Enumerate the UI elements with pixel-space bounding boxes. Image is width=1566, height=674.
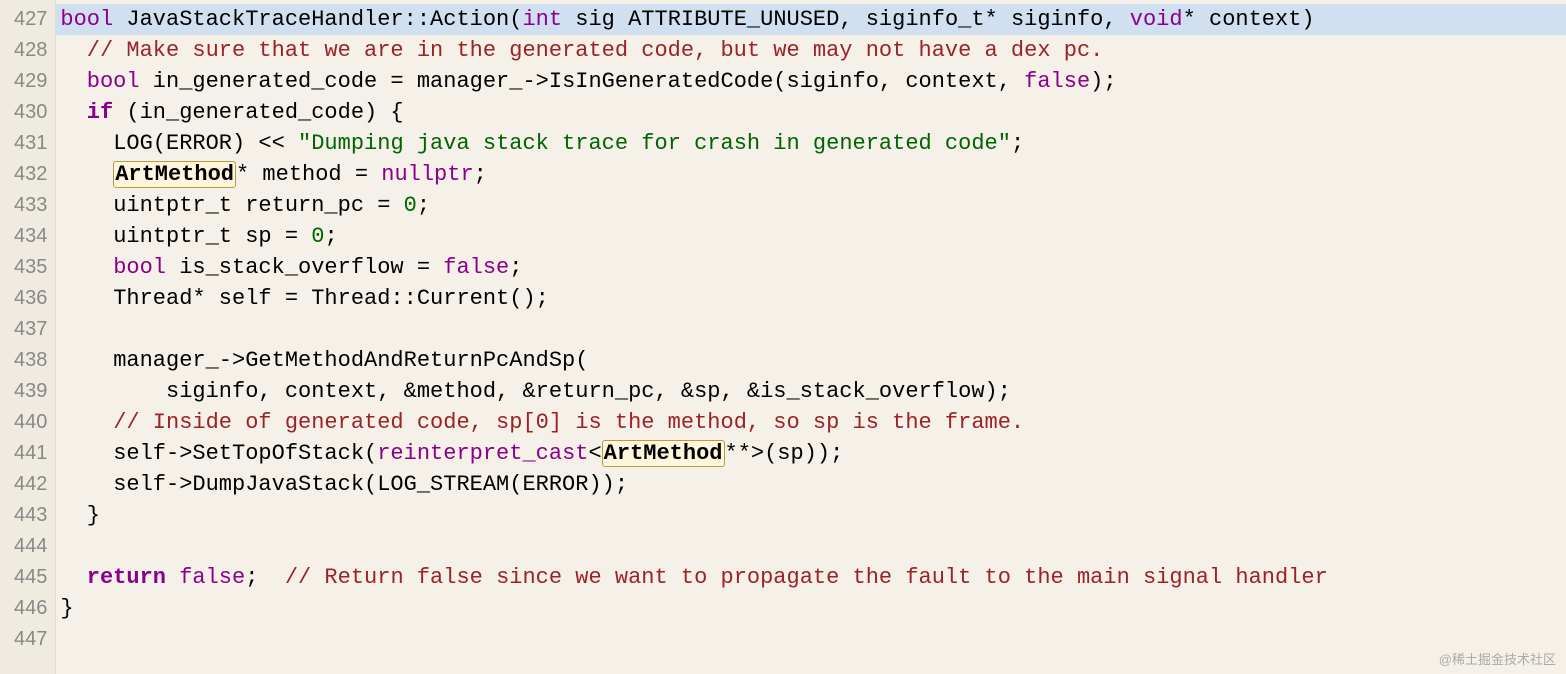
code-token: * context)	[1183, 7, 1315, 32]
code-token: ;	[474, 162, 487, 187]
code-token: bool	[87, 69, 140, 94]
code-line[interactable]: manager_->GetMethodAndReturnPcAndSp(	[56, 345, 1566, 376]
code-token: sig ATTRIBUTE_UNUSED, siginfo_t* siginfo…	[562, 7, 1130, 32]
code-token	[166, 565, 179, 590]
line-number: 443	[14, 500, 47, 531]
code-token: false	[1024, 69, 1090, 94]
line-number: 445	[14, 562, 47, 593]
code-line[interactable]: bool is_stack_overflow = false;	[56, 252, 1566, 283]
code-token: self->DumpJavaStack(LOG_STREAM(ERROR));	[113, 472, 628, 497]
line-number: 428	[14, 35, 47, 66]
code-token: siginfo, context, &method, &return_pc, &…	[166, 379, 1011, 404]
line-number: 441	[14, 438, 47, 469]
code-token: self->SetTopOfStack(	[113, 441, 377, 466]
code-token: ;	[509, 255, 522, 280]
code-token: );	[1090, 69, 1116, 94]
code-token: **>(sp));	[725, 441, 844, 466]
code-token: ;	[1011, 131, 1024, 156]
code-token: uintptr_t return_pc =	[113, 193, 403, 218]
code-token: ;	[245, 565, 285, 590]
line-number: 431	[14, 128, 47, 159]
line-number: 436	[14, 283, 47, 314]
code-token: return	[87, 565, 166, 590]
code-token: JavaStackTraceHandler::Action(	[113, 7, 522, 32]
code-line[interactable]: // Inside of generated code, sp[0] is th…	[56, 407, 1566, 438]
line-number: 439	[14, 376, 47, 407]
code-token: is_stack_overflow =	[166, 255, 443, 280]
code-line[interactable]: uintptr_t return_pc = 0;	[56, 190, 1566, 221]
code-line[interactable]: ArtMethod* method = nullptr;	[56, 159, 1566, 190]
code-line[interactable]: uintptr_t sp = 0;	[56, 221, 1566, 252]
code-token: 0	[311, 224, 324, 249]
line-number: 433	[14, 190, 47, 221]
code-token: 0	[404, 193, 417, 218]
code-token: manager_->GetMethodAndReturnPcAndSp(	[113, 348, 588, 373]
code-token: if	[87, 100, 113, 125]
code-token: void	[1130, 7, 1183, 32]
code-token: nullptr	[381, 162, 473, 187]
code-line[interactable]: if (in_generated_code) {	[56, 97, 1566, 128]
code-line[interactable]: siginfo, context, &method, &return_pc, &…	[56, 376, 1566, 407]
code-line[interactable]: bool in_generated_code = manager_->IsInG…	[56, 66, 1566, 97]
code-token: // Inside of generated code, sp[0] is th…	[113, 410, 1024, 435]
code-line[interactable]: }	[56, 500, 1566, 531]
line-number-gutter: 4274284294304314324334344354364374384394…	[0, 0, 56, 674]
code-line[interactable]: self->SetTopOfStack(reinterpret_cast<Art…	[56, 438, 1566, 469]
code-line[interactable]: }	[56, 593, 1566, 624]
code-token: <	[588, 441, 601, 466]
code-token: false	[443, 255, 509, 280]
line-number: 427	[14, 4, 47, 35]
code-content-area[interactable]: bool JavaStackTraceHandler::Action(int s…	[56, 0, 1566, 674]
code-editor[interactable]: 4274284294304314324334344354364374384394…	[0, 0, 1566, 674]
watermark-text: @稀土掘金技术社区	[1439, 649, 1556, 668]
code-token: bool	[113, 255, 166, 280]
line-number: 434	[14, 221, 47, 252]
code-token: Thread* self = Thread::Current();	[113, 286, 549, 311]
code-line[interactable]: return false; // Return false since we w…	[56, 562, 1566, 593]
code-token: * method =	[236, 162, 381, 187]
code-token: // Make sure that we are in the generate…	[87, 38, 1104, 63]
code-token: int	[522, 7, 562, 32]
code-token: reinterpret_cast	[377, 441, 588, 466]
line-number: 442	[14, 469, 47, 500]
code-token: ;	[324, 224, 337, 249]
line-number: 444	[14, 531, 47, 562]
code-line[interactable]: self->DumpJavaStack(LOG_STREAM(ERROR));	[56, 469, 1566, 500]
code-token: }	[87, 503, 100, 528]
code-token: in_generated_code = manager_->IsInGenera…	[140, 69, 1025, 94]
code-token: ArtMethod	[602, 440, 725, 467]
code-token: bool	[60, 7, 113, 32]
line-number: 429	[14, 66, 47, 97]
line-number: 430	[14, 97, 47, 128]
code-token: "Dumping java stack trace for crash in g…	[298, 131, 1011, 156]
code-token: ArtMethod	[113, 161, 236, 188]
code-token: (in_generated_code) {	[113, 100, 403, 125]
code-line[interactable]	[56, 314, 1566, 345]
line-number: 435	[14, 252, 47, 283]
code-line[interactable]	[56, 531, 1566, 562]
code-line[interactable]: Thread* self = Thread::Current();	[56, 283, 1566, 314]
code-token: ;	[417, 193, 430, 218]
line-number: 447	[14, 624, 47, 655]
code-token: false	[179, 565, 245, 590]
line-number: 437	[14, 314, 47, 345]
line-number: 440	[14, 407, 47, 438]
code-token: LOG(ERROR) <<	[113, 131, 298, 156]
code-line[interactable]: bool JavaStackTraceHandler::Action(int s…	[56, 4, 1566, 35]
code-token: }	[60, 596, 73, 621]
code-line[interactable]: // Make sure that we are in the generate…	[56, 35, 1566, 66]
line-number: 446	[14, 593, 47, 624]
code-token: uintptr_t sp =	[113, 224, 311, 249]
line-number: 432	[14, 159, 47, 190]
code-line[interactable]: LOG(ERROR) << "Dumping java stack trace …	[56, 128, 1566, 159]
line-number: 438	[14, 345, 47, 376]
code-token: // Return false since we want to propaga…	[285, 565, 1328, 590]
code-line[interactable]	[56, 624, 1566, 655]
